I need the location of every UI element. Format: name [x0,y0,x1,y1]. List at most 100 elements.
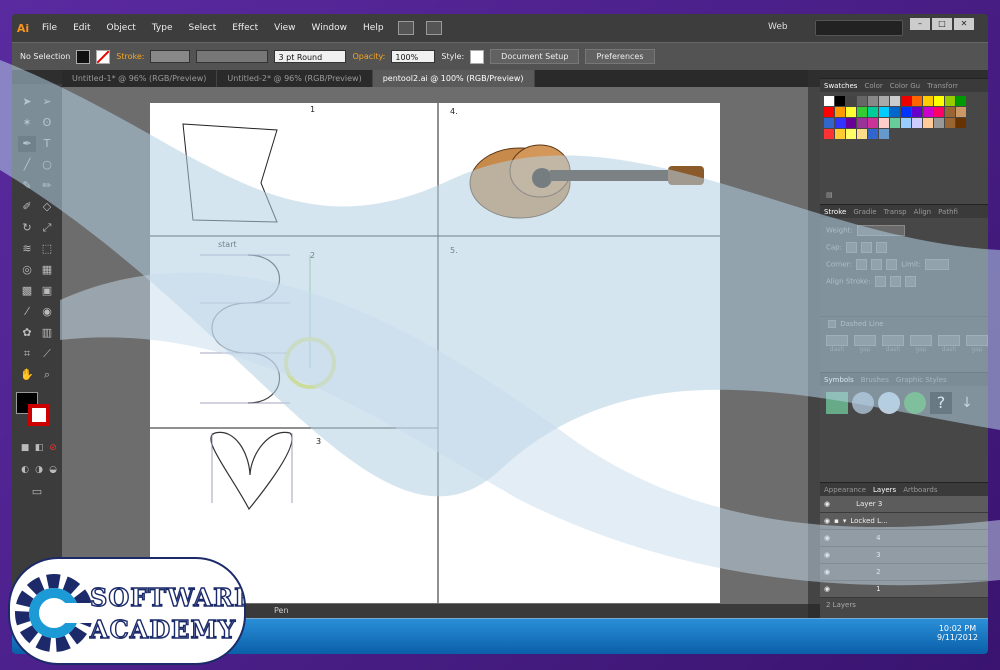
tab-color[interactable]: Color [864,82,882,90]
scale-tool-icon[interactable]: ⤢ [38,220,56,236]
symbol-swatch-2[interactable] [852,392,874,414]
eye-icon[interactable]: ◉ [824,500,830,508]
symbol-sprayer-tool-icon[interactable]: ✿ [18,325,36,341]
type-tool-icon[interactable]: T [38,136,56,152]
workspace-switcher[interactable]: Web [768,22,788,32]
menu-window[interactable]: Window [304,23,356,33]
arrange-documents-icon[interactable] [425,21,442,35]
search-input[interactable] [815,20,903,36]
minimize-button[interactable]: – [910,18,930,30]
fill-swatch[interactable] [76,49,91,64]
layer-row[interactable]: ◉ 3 [820,547,988,564]
screen-mode-icon[interactable]: ▭ [28,484,46,500]
tab-pentool2[interactable]: pentool2.ai @ 100% (RGB/Preview) [372,70,535,87]
variable-width-field[interactable] [196,50,269,63]
close-button[interactable]: ✕ [954,18,974,30]
status-tool[interactable]: Pen [274,606,289,615]
selection-tool-icon[interactable]: ➤ [18,94,36,110]
direct-selection-tool-icon[interactable]: ➢ [38,94,56,110]
preferences-button[interactable]: Preferences [585,49,655,64]
paintbrush-tool-icon[interactable]: ✎ [18,178,36,194]
bevel-join-button[interactable] [886,259,898,270]
swatch-library-icon[interactable]: ▤ [820,188,839,202]
slice-tool-icon[interactable]: ⟋ [38,346,56,362]
arrow-symbol-icon[interactable]: ↓ [956,392,978,414]
gradient-tool-icon[interactable]: ▣ [38,283,56,299]
hand-tool-icon[interactable]: ✋ [18,367,36,383]
stroke-color-icon[interactable] [28,404,50,426]
menu-effect[interactable]: Effect [224,23,266,33]
align-inside-button[interactable] [889,276,901,287]
tab-align[interactable]: Align [914,208,932,216]
lasso-tool-icon[interactable]: ʘ [38,115,56,131]
pencil-tool-icon[interactable]: ✏ [38,178,56,194]
tab-stroke[interactable]: Stroke [824,208,846,216]
tab-brushes[interactable]: Brushes [861,376,889,384]
column-graph-tool-icon[interactable]: ▥ [38,325,56,341]
expand-icon[interactable]: ▾ [843,517,847,525]
menu-edit[interactable]: Edit [65,23,98,33]
warp-tool-icon[interactable]: ≋ [18,241,36,257]
align-center-button[interactable] [874,276,886,287]
maximize-button[interactable]: □ [932,18,952,30]
lock-icon[interactable]: ▪ [834,517,839,525]
wave-path-2[interactable] [211,254,281,404]
brush-definition-field[interactable]: 3 pt Round [274,50,347,63]
projecting-cap-button[interactable] [876,242,888,253]
menu-file[interactable]: File [34,23,65,33]
shape-builder-tool-icon[interactable]: ◎ [18,262,36,278]
symbol-swatch-4[interactable] [904,392,926,414]
guitar-image[interactable] [469,144,704,219]
tab-untitled-2[interactable]: Untitled-2* @ 96% (RGB/Preview) [217,70,373,87]
tab-color-guide[interactable]: Color Gu [890,82,920,90]
line-tool-icon[interactable]: ╱ [18,157,36,173]
draw-inside-icon[interactable]: ◒ [44,462,62,478]
eyedropper-tool-icon[interactable]: ⁄ [18,304,36,320]
eye-icon[interactable]: ◉ [824,551,830,559]
menu-help[interactable]: Help [355,23,392,33]
eye-icon[interactable]: ◉ [824,517,830,525]
opacity-field[interactable]: 100% [391,50,436,63]
symbol-swatch-1[interactable] [826,392,848,414]
tab-appearance[interactable]: Appearance [824,486,866,494]
polygon-shape-1[interactable] [182,123,278,223]
document-setup-button[interactable]: Document Setup [490,49,580,64]
layer-row[interactable]: ◉ 4 [820,530,988,547]
stroke-weight-field[interactable] [150,50,191,63]
weight-field[interactable] [856,225,905,236]
miter-join-button[interactable] [856,259,868,270]
magic-wand-tool-icon[interactable]: ✶ [18,115,36,131]
pen-tool-icon[interactable]: ✒ [18,136,36,152]
tab-symbols[interactable]: Symbols [824,376,854,384]
clock-date[interactable]: 9/11/2012 [937,633,978,642]
zoom-tool-icon[interactable]: ⌕ [38,367,56,383]
symbol-swatch-3[interactable] [878,392,900,414]
tab-transform[interactable]: Transforr [927,82,958,90]
tab-gradient[interactable]: Gradie [853,208,876,216]
tab-swatches[interactable]: Swatches [824,82,857,90]
limit-field[interactable] [925,259,950,270]
tab-graphic-styles[interactable]: Graphic Styles [896,376,947,384]
stroke-swatch[interactable] [96,49,111,64]
eraser-tool-icon[interactable]: ◇ [38,199,56,215]
butt-cap-button[interactable] [846,242,858,253]
round-cap-button[interactable] [861,242,873,253]
layer-row[interactable]: ◉ ▪ ▾ Locked L... [820,513,988,530]
tab-transparency[interactable]: Transp [884,208,907,216]
canvas[interactable]: 1 start 2 3 4. 5. [62,87,808,604]
vertical-scrollbar[interactable] [808,87,820,604]
menu-type[interactable]: Type [144,23,181,33]
menu-view[interactable]: View [266,23,303,33]
free-transform-tool-icon[interactable]: ⬚ [38,241,56,257]
artboard[interactable]: 1 start 2 3 4. 5. [150,103,720,603]
question-symbol-icon[interactable]: ? [930,392,952,414]
eye-icon[interactable]: ◉ [824,585,830,593]
layer-row[interactable]: ◉ Layer 3 [820,496,988,513]
tab-layers[interactable]: Layers [873,486,896,494]
stroke-label[interactable]: Stroke: [116,52,144,61]
eye-icon[interactable]: ◉ [824,534,830,542]
tab-artboards[interactable]: Artboards [903,486,937,494]
eye-icon[interactable]: ◉ [824,568,830,576]
graphic-style-swatch[interactable] [470,49,485,64]
perspective-grid-tool-icon[interactable]: ▦ [38,262,56,278]
